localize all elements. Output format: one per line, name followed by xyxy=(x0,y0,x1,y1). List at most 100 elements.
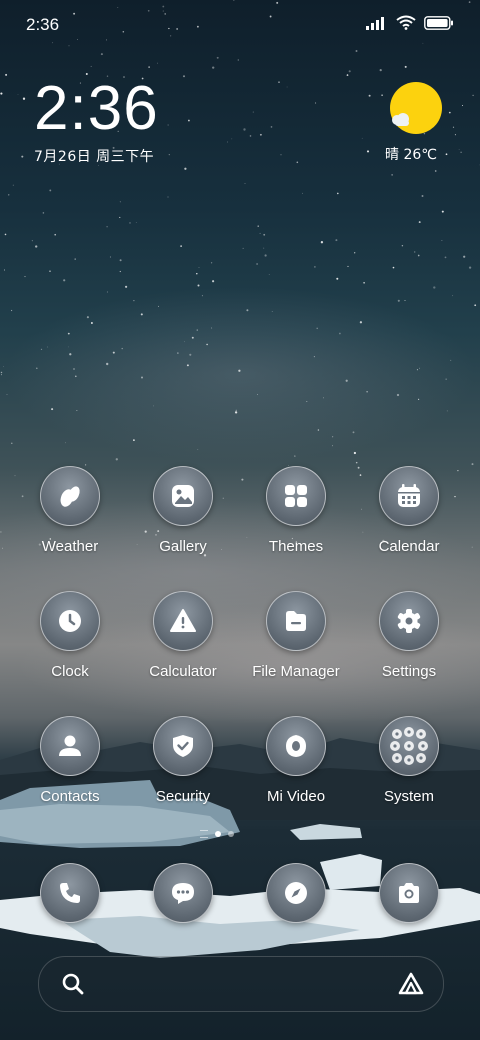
app-mi-video[interactable]: Mi Video xyxy=(240,716,352,805)
star xyxy=(337,192,339,195)
star xyxy=(12,184,14,186)
star xyxy=(11,442,13,445)
star xyxy=(184,167,187,170)
app-clock[interactable]: Clock xyxy=(14,591,126,680)
star xyxy=(353,451,357,455)
star xyxy=(243,128,246,131)
star xyxy=(191,336,194,339)
star xyxy=(323,397,324,399)
star xyxy=(5,73,8,76)
star xyxy=(463,255,466,258)
clock-widget[interactable]: 2:36 7月26日 周三下午 xyxy=(34,78,159,166)
star xyxy=(280,154,282,156)
page-indicator[interactable] xyxy=(200,830,234,838)
search-bar[interactable] xyxy=(38,956,444,1012)
star xyxy=(448,111,451,114)
star xyxy=(336,277,339,280)
app-calculator[interactable]: Calculator xyxy=(127,591,239,680)
star xyxy=(0,92,3,95)
calculator-icon xyxy=(153,591,213,651)
star xyxy=(31,240,33,242)
star xyxy=(189,353,192,356)
star xyxy=(210,262,213,264)
app-weather[interactable]: Weather xyxy=(14,466,126,555)
settings-icon xyxy=(379,591,439,651)
security-icon xyxy=(153,716,213,776)
star xyxy=(263,247,265,249)
star xyxy=(339,332,341,335)
gallery-icon xyxy=(153,466,213,526)
star xyxy=(404,299,406,302)
star xyxy=(119,201,121,203)
phone-icon xyxy=(40,863,100,923)
assistant-icon[interactable] xyxy=(397,971,425,997)
star xyxy=(74,258,76,260)
app-calendar[interactable]: Calendar xyxy=(353,466,465,555)
star xyxy=(180,245,182,247)
app-themes[interactable]: Themes xyxy=(240,466,352,555)
star xyxy=(450,359,452,361)
system-folder-icon xyxy=(379,716,439,776)
star xyxy=(249,135,252,137)
star xyxy=(246,309,249,312)
star xyxy=(414,251,416,253)
star xyxy=(363,281,365,284)
star xyxy=(355,461,358,464)
star xyxy=(313,356,315,358)
star xyxy=(106,291,108,293)
page-dot xyxy=(228,831,234,837)
star xyxy=(212,280,215,283)
star xyxy=(106,362,109,366)
star xyxy=(332,436,334,438)
star xyxy=(51,408,54,411)
app-label: Calendar xyxy=(378,538,440,555)
app-label: Clock xyxy=(51,663,89,680)
star xyxy=(106,226,108,228)
star xyxy=(76,409,78,411)
dock-camera[interactable] xyxy=(353,863,465,923)
page-dot-active xyxy=(215,831,221,837)
dock-messages[interactable] xyxy=(127,863,239,923)
app-contacts[interactable]: Contacts xyxy=(14,716,126,805)
star xyxy=(22,97,26,100)
star xyxy=(133,299,135,302)
star xyxy=(125,285,128,288)
search-icon[interactable] xyxy=(61,972,85,996)
star xyxy=(259,133,262,136)
app-file-manager[interactable]: File Manager xyxy=(240,591,352,680)
star xyxy=(302,192,303,194)
dock-browser[interactable] xyxy=(240,863,352,923)
app-settings[interactable]: Settings xyxy=(353,591,465,680)
weather-summary: 晴 26℃ xyxy=(385,147,437,163)
star xyxy=(68,346,69,348)
calendar-icon xyxy=(379,466,439,526)
star xyxy=(472,94,474,97)
star xyxy=(4,233,7,236)
star xyxy=(206,343,208,346)
star xyxy=(42,212,45,214)
star xyxy=(167,124,169,126)
app-label: File Manager xyxy=(252,663,340,680)
star xyxy=(352,431,355,434)
star xyxy=(366,150,370,153)
app-security[interactable]: Security xyxy=(127,716,239,805)
app-gallery[interactable]: Gallery xyxy=(127,466,239,555)
weather-widget[interactable]: 晴 26℃ xyxy=(385,82,446,164)
star xyxy=(0,531,2,533)
star xyxy=(460,151,462,153)
star xyxy=(452,295,454,297)
star xyxy=(238,369,241,372)
star xyxy=(316,327,318,330)
star xyxy=(21,155,24,158)
star xyxy=(196,329,198,331)
star xyxy=(40,348,43,351)
star xyxy=(391,174,393,176)
star xyxy=(100,53,103,56)
app-label: Security xyxy=(155,788,211,805)
star xyxy=(8,194,10,196)
signal-icon xyxy=(366,16,384,30)
dock-phone[interactable] xyxy=(14,863,126,923)
star xyxy=(271,311,273,313)
app-system-folder[interactable]: System xyxy=(353,716,465,805)
status-bar: 2:36 xyxy=(0,0,480,50)
